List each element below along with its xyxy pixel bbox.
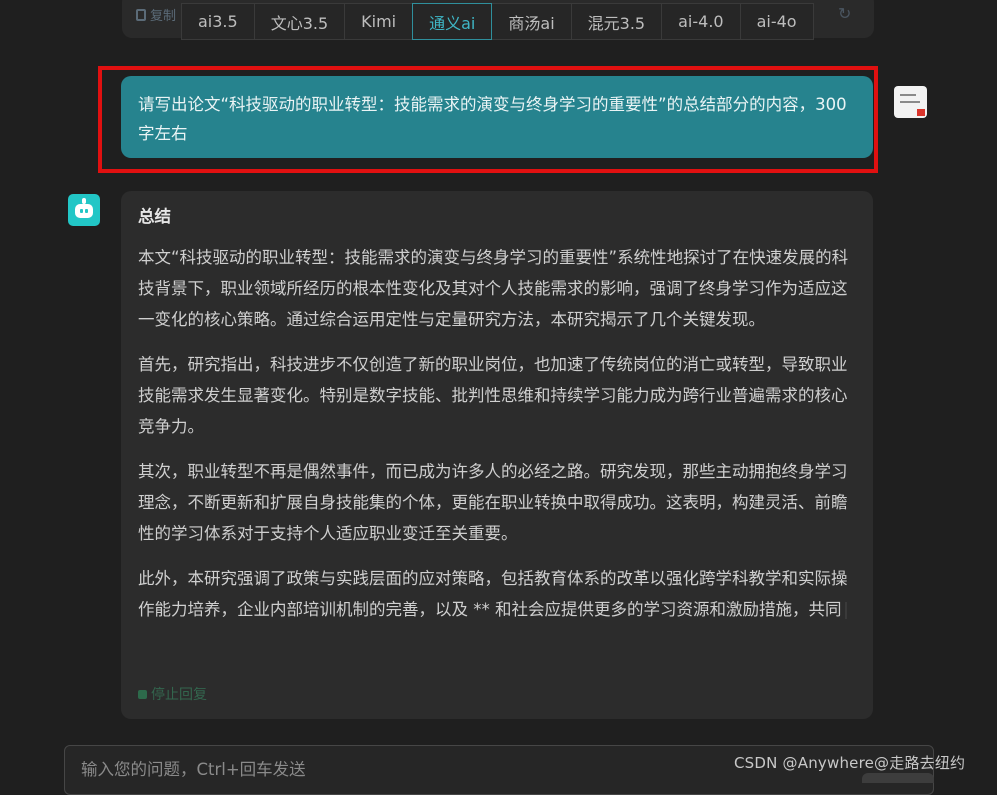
bot-head [75,204,93,218]
bot-paragraph: 本文“科技驱动的职业转型：技能需求的演变与终身学习的重要性”系统性地探讨了在快速… [138,248,849,329]
tab-wenxin-3-5[interactable]: 文心3.5 [253,3,346,40]
avatar-badge [917,109,925,116]
bot-message-title: 总结 [138,207,171,226]
tab-ai-4-0[interactable]: ai-4.0 [661,3,741,40]
bot-eye [85,209,88,213]
copy-label: 复制 [150,9,177,24]
bot-paragraph: 首先，研究指出，科技进步不仅创造了新的职业岗位，也加速了传统岗位的消亡或转型，导… [138,355,848,436]
tab-kimi[interactable]: Kimi [344,3,414,40]
bot-paragraph-text: 此外，本研究强调了政策与实践层面的应对策略，包括教育体系的改革以强化跨学科教学和… [138,569,848,619]
tab-hunyuan-3-5[interactable]: 混元3.5 [570,3,663,40]
watermark: CSDN @Anywhere@走路去纽约 [734,754,966,772]
avatar-line [900,101,920,103]
stop-icon [138,689,147,699]
stop-reply-button[interactable]: 停止回复 [138,684,207,704]
tab-tongyi-ai[interactable]: 通义ai [412,3,493,40]
send-button[interactable] [862,773,934,783]
refresh-icon[interactable]: ↻ [838,4,851,23]
tab-ai3-5[interactable]: ai3.5 [181,3,255,40]
avatar-line [900,94,916,96]
tab-ai-4o[interactable]: ai-4o [739,3,814,40]
bot-avatar-icon [68,194,100,226]
stop-reply-label: 停止回复 [151,687,207,703]
bot-message-bubble: 总结 本文“科技驱动的职业转型：技能需求的演变与终身学习的重要性”系统性地探讨了… [121,191,873,719]
user-avatar [894,86,927,118]
highlight-box [98,66,878,173]
copy-icon [136,8,146,21]
typing-cursor [844,602,847,619]
message-input[interactable] [81,760,761,779]
copy-button[interactable]: 复制 [136,5,176,24]
bot-eye [80,209,83,213]
tab-shangtang-ai[interactable]: 商汤ai [491,3,572,40]
model-tabs: ai3.5 文心3.5 Kimi 通义ai 商汤ai 混元3.5 ai-4.0 … [181,3,814,40]
bot-paragraph-streaming: 此外，本研究强调了政策与实践层面的应对策略，包括教育体系的改革以强化跨学科教学和… [138,563,857,625]
bot-paragraph: 其次，职业转型不再是偶然事件，而已成为许多人的必经之路。研究发现，那些主动拥抱终… [138,462,848,543]
